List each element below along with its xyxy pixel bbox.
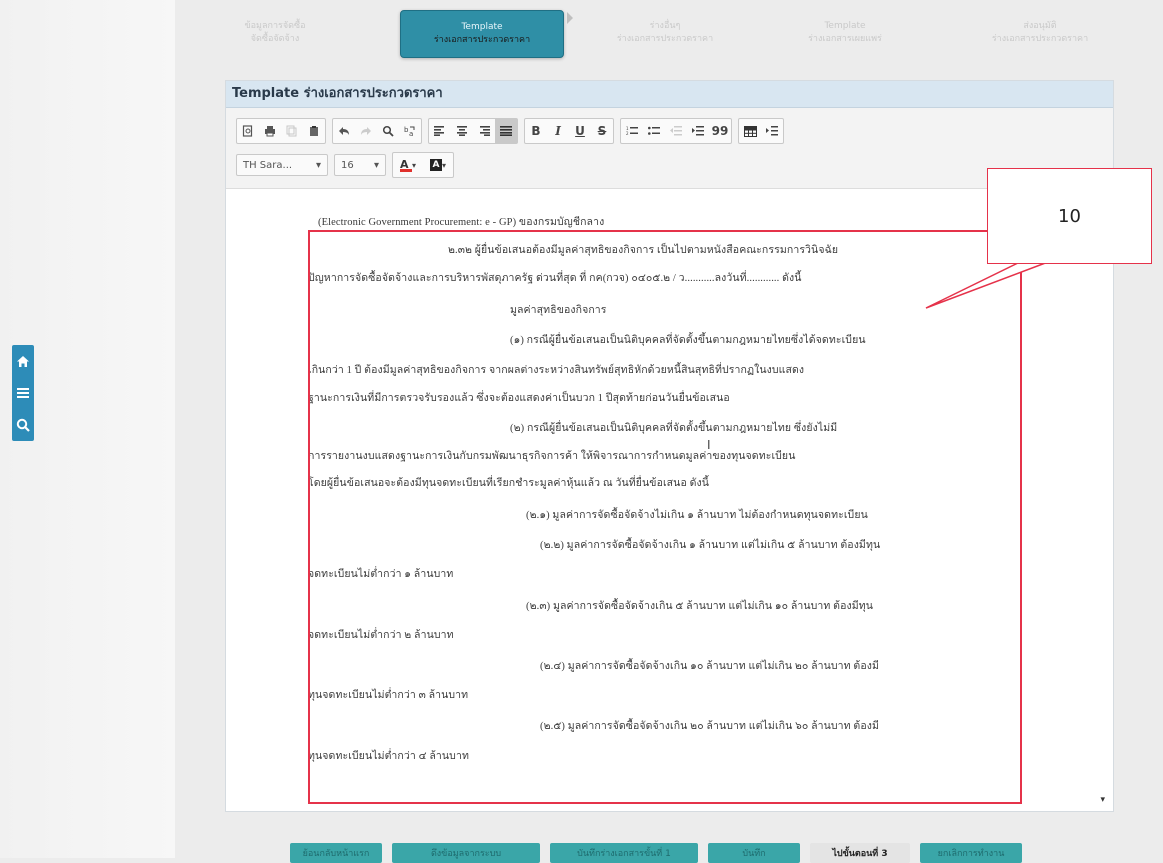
blockquote-button[interactable]: 99 (709, 119, 731, 143)
wizard-step-5[interactable]: ส่งอนุมัติ ร่างเอกสารประกวดราคา (955, 10, 1125, 56)
template-panel: Template ร่างเอกสารประกวดราคา b a B I U … (225, 80, 1114, 812)
fetch-data-button[interactable]: ดึงข้อมูลจากระบบ (392, 843, 540, 863)
background-color-swatch: A (429, 159, 442, 171)
cancel-button[interactable]: ยกเลิกการทำงาน (920, 843, 1022, 863)
doc-line: (๒) กรณีผู้ยื่นข้อเสนอเป็นนิติบุคคลที่จั… (510, 423, 838, 434)
toolbar-group-history: ba (332, 118, 422, 144)
save-button[interactable]: บันทึก (708, 843, 800, 863)
home-icon[interactable] (12, 345, 34, 377)
bold-button[interactable]: B (525, 119, 547, 143)
redo-icon[interactable] (355, 119, 377, 143)
doc-line: (Electronic Government Procurement: e - … (318, 217, 605, 228)
replace-icon[interactable]: ba (399, 119, 421, 143)
toolbar-group-colors: A ▾ A ▾ (392, 152, 454, 178)
toolbar-group-align (428, 118, 518, 144)
bottom-action-bar: ย้อนกลับหน้าแรก ดึงข้อมูลจากระบบ บันทึกร… (290, 843, 1022, 863)
font-size-select[interactable]: 16 ▾ (334, 154, 386, 176)
doc-line: (๒.๔) มูลค่าการจัดซื้อจัดจ้างเกิน ๑๐ ล้า… (540, 661, 879, 672)
align-right-icon[interactable] (473, 119, 495, 143)
chevron-down-icon: ▾ (441, 160, 446, 170)
chevron-down-icon: ▾ (411, 160, 416, 170)
doc-line: (๒.๕) มูลค่าการจัดซื้อจัดจ้างเกิน ๒๐ ล้า… (540, 721, 879, 732)
doc-line: เกินกว่า 1 ปี ต้องมีมูลค่าสุทธิของกิจการ… (308, 365, 805, 376)
toolbar-group-lists: 12 99 (620, 118, 732, 144)
align-center-icon[interactable] (451, 119, 473, 143)
search-icon[interactable] (12, 409, 34, 441)
menu-icon[interactable] (12, 377, 34, 409)
panel-title: Template ร่างเอกสารประกวดราคา (226, 81, 1113, 108)
page-break-icon[interactable] (761, 119, 783, 143)
scroll-down-icon[interactable]: ▾ (1100, 795, 1105, 805)
underline-button[interactable]: U (569, 119, 591, 143)
font-family-select[interactable]: TH Sara... ▾ (236, 154, 328, 176)
doc-line: ทุนจดทะเบียนไม่ต่ำกว่า ๓ ล้านบาท (308, 690, 469, 701)
callout-number: 10 (1058, 205, 1081, 227)
doc-line: ปัญหาการจัดซื้อจัดจ้างและการบริหารพัสดุภ… (308, 273, 802, 284)
back-home-button[interactable]: ย้อนกลับหน้าแรก (290, 843, 382, 863)
doc-line: ทุนจดทะเบียนไม่ต่ำกว่า ๔ ล้านบาท (308, 751, 469, 762)
find-icon[interactable] (377, 119, 399, 143)
indent-icon[interactable] (687, 119, 709, 143)
print-icon[interactable] (259, 119, 281, 143)
text-color-label: A (399, 158, 409, 171)
step-sublabel: ร่างเอกสารประกวดราคา (616, 34, 714, 44)
doc-line: (๒.๓) มูลค่าการจัดซื้อจัดจ้างเกิน ๕ ล้าน… (526, 601, 874, 612)
undo-icon[interactable] (333, 119, 355, 143)
annotation-callout: 10 (987, 168, 1152, 264)
editor-toolbar: ba B I U S 1 2 99 TH Sara... ▾ 16 ▾ A ▾ … (226, 108, 1113, 189)
step-sublabel: ร่างเอกสารประกวดราคา (991, 34, 1089, 44)
outdent-icon[interactable] (665, 119, 687, 143)
paste-icon[interactable] (303, 119, 325, 143)
toolbar-group-format: B I U S (524, 118, 614, 144)
doc-line: ฐานะการเงินที่มีการตรวจรับรองแล้ว ซึ่งจะ… (308, 393, 730, 404)
wizard-step-4[interactable]: Template ร่างเอกสารเผยแพร่ (770, 10, 920, 56)
step-arrow-icon (567, 12, 573, 24)
quick-access-bar (12, 345, 34, 441)
wizard-step-3[interactable]: ร่างอื่นๆ ร่างเอกสารประกวดราคา (590, 10, 740, 56)
wizard-steps: ข้อมูลการจัดซื้อ จัดซื้อจัดจ้าง Template… (210, 8, 1130, 58)
doc-line: โดยผู้ยื่นข้อเสนอจะต้องมีทุนจดทะเบียนที่… (308, 478, 710, 489)
step-sublabel: ร่างเอกสารเผยแพร่ (808, 34, 882, 44)
step-label: Template (461, 22, 503, 32)
wizard-step-2[interactable]: Template ร่างเอกสารประกวดราคา (400, 10, 564, 58)
doc-line: จดทะเบียนไม่ต่ำกว่า ๒ ล้านบาท (308, 630, 454, 641)
step-label: Template (824, 21, 866, 31)
bulleted-list-icon[interactable] (643, 119, 665, 143)
doc-line: (๒.๒) มูลค่าการจัดซื้อจัดจ้างเกิน ๑ ล้าน… (540, 540, 881, 551)
step-label: ข้อมูลการจัดซื้อ (244, 21, 306, 31)
wizard-step-1[interactable]: ข้อมูลการจัดซื้อ จัดซื้อจัดจ้าง (210, 10, 340, 56)
text-color-button[interactable]: A ▾ (393, 153, 423, 177)
doc-line: ๒.๓๒ ผู้ยื่นข้อเสนอต้องมีมูลค่าสุทธิของก… (448, 245, 839, 256)
font-size-value: 16 (341, 159, 354, 171)
copy-icon[interactable] (281, 119, 303, 143)
step-sublabel: จัดซื้อจัดจ้าง (250, 34, 300, 44)
doc-line: จดทะเบียนไม่ต่ำกว่า ๑ ล้านบาท (308, 569, 454, 580)
font-family-value: TH Sara... (243, 159, 293, 171)
chevron-down-icon: ▾ (315, 159, 321, 171)
doc-line: (๒.๑) มูลค่าการจัดซื้อจัดจ้างไม่เกิน ๑ ล… (526, 510, 868, 521)
strikethrough-button[interactable]: S (591, 119, 613, 143)
toolbar-group-insert (738, 118, 784, 144)
align-left-icon[interactable] (429, 119, 451, 143)
document-editor[interactable]: (Electronic Government Procurement: e - … (226, 189, 1111, 811)
table-icon[interactable] (739, 119, 761, 143)
background-color-button[interactable]: A ▾ (423, 153, 453, 177)
next-step-button[interactable]: ไปขั้นตอนที่ 3 (810, 843, 910, 863)
doc-line: มูลค่าสุทธิของกิจการ (510, 305, 607, 316)
italic-button[interactable]: I (547, 119, 569, 143)
preview-icon[interactable] (237, 119, 259, 143)
step-label: ส่งอนุมัติ (1023, 21, 1057, 31)
chevron-down-icon: ▾ (373, 159, 379, 171)
save-draft-button[interactable]: บันทึกร่างเอกสารขั้นที่ 1 (550, 843, 698, 863)
svg-text:a: a (409, 130, 413, 137)
doc-line: (๑) กรณีผู้ยื่นข้อเสนอเป็นนิติบุคคลที่จั… (510, 335, 866, 346)
svg-text:2: 2 (626, 131, 629, 136)
numbered-list-icon[interactable]: 12 (621, 119, 643, 143)
toolbar-group-document (236, 118, 326, 144)
align-justify-icon[interactable] (495, 119, 517, 143)
step-label: ร่างอื่นๆ (649, 21, 681, 31)
doc-line: การรายงานงบแสดงฐานะการเงินกับกรมพัฒนาธุร… (308, 451, 796, 462)
text-cursor-icon: I (707, 438, 711, 452)
step-sublabel: ร่างเอกสารประกวดราคา (433, 35, 531, 45)
